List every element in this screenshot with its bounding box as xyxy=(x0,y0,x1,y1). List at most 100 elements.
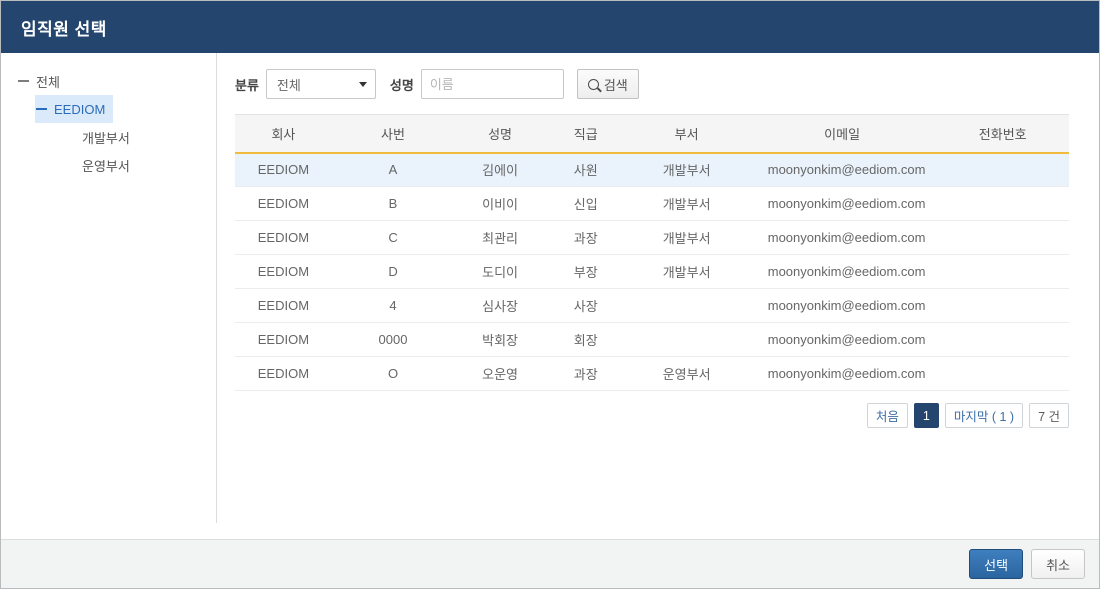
cell-phone xyxy=(936,152,1069,187)
tree-node-label: 전체 xyxy=(36,74,60,90)
cell-name: 박회장 xyxy=(454,322,546,357)
cell-rank: 과장 xyxy=(545,356,626,391)
dialog-footer: 선택 취소 xyxy=(1,539,1099,588)
name-label: 성명 xyxy=(389,77,414,93)
category-label: 분류 xyxy=(235,77,259,93)
cell-email: moonyonkim@eediom.com xyxy=(747,322,937,357)
cell-empno: 4 xyxy=(331,288,455,323)
cell-dept: 개발부서 xyxy=(625,152,748,187)
cell-name: 도디이 xyxy=(454,254,546,289)
cell-company: EEDIOM xyxy=(235,356,332,391)
cell-rank: 과장 xyxy=(545,220,626,255)
category-select-value: 전체 xyxy=(276,77,301,93)
cell-phone xyxy=(936,254,1069,289)
chevron-down-icon xyxy=(358,81,367,87)
cell-phone xyxy=(936,288,1069,323)
tree-node-eediom[interactable]: EEDIOM xyxy=(35,95,114,123)
cell-rank: 사장 xyxy=(545,288,626,323)
cell-rank: 신입 xyxy=(545,186,626,221)
search-button[interactable]: 검색 xyxy=(576,69,639,99)
cell-empno: B xyxy=(331,186,455,221)
category-select[interactable]: 전체 xyxy=(265,69,376,99)
cancel-button[interactable]: 취소 xyxy=(1031,549,1085,579)
column-header-name[interactable]: 성명 xyxy=(454,114,546,154)
cell-dept: 개발부서 xyxy=(625,220,748,255)
column-header-phone[interactable]: 전화번호 xyxy=(936,114,1069,154)
cell-phone xyxy=(936,322,1069,357)
minus-icon[interactable] xyxy=(17,74,31,88)
cell-company: EEDIOM xyxy=(235,220,332,255)
tree-node-label: 운영부서 xyxy=(82,158,130,174)
dialog-body: 전체 EEDIOM 개발부서 운영부서 분류 전체 성명 이름 검색 회사 사번… xyxy=(1,53,1099,539)
cell-rank: 부장 xyxy=(545,254,626,289)
cell-dept xyxy=(625,322,748,357)
cell-email: moonyonkim@eediom.com xyxy=(747,152,937,187)
cell-empno: A xyxy=(331,152,455,187)
table-row[interactable]: EEDIOM O 오운영 과장 운영부서 moonyonkim@eediom.c… xyxy=(235,356,1069,391)
cell-name: 최관리 xyxy=(454,220,546,255)
column-header-company[interactable]: 회사 xyxy=(235,114,332,154)
cell-email: moonyonkim@eediom.com xyxy=(747,254,937,289)
table-header: 회사 사번 성명 직급 부서 이메일 전화번호 xyxy=(235,114,1069,154)
pagination: 처음 1 마지막 ( 1 ) 7 건 xyxy=(235,403,1069,428)
table-row[interactable]: EEDIOM C 최관리 과장 개발부서 moonyonkim@eediom.c… xyxy=(235,220,1069,255)
page-title: 임직원 선택 xyxy=(21,19,107,39)
cell-phone xyxy=(936,186,1069,221)
tree-node-label: EEDIOM xyxy=(54,101,106,117)
pagination-page-1[interactable]: 1 xyxy=(913,403,939,428)
cell-company: EEDIOM xyxy=(235,186,332,221)
cell-empno: C xyxy=(331,220,455,255)
main-panel: 분류 전체 성명 검색 회사 xyxy=(217,53,1099,539)
cell-dept: 개발부서 xyxy=(625,254,748,289)
cell-company: EEDIOM xyxy=(235,322,332,357)
tree-node-dev-dept[interactable]: 개발부서 xyxy=(63,123,138,151)
table-row[interactable]: EEDIOM A 김에이 사원 개발부서 moonyonkim@eediom.c… xyxy=(235,152,1069,187)
employee-table: 회사 사번 성명 직급 부서 이메일 전화번호 EEDIOM A 김에이 사원 xyxy=(235,114,1069,391)
pagination-first-button[interactable]: 처음 xyxy=(866,403,908,428)
employee-select-dialog: 임직원 선택 전체 EEDIOM 개발부서 운영부서 분류 전체 성명 이름 검… xyxy=(0,0,1100,589)
cell-empno: 0000 xyxy=(331,322,455,357)
cell-email: moonyonkim@eediom.com xyxy=(747,356,937,391)
table-row[interactable]: EEDIOM D 도디이 부장 개발부서 moonyonkim@eediom.c… xyxy=(235,254,1069,289)
tree-leaf-icon xyxy=(63,158,77,172)
cell-empno: D xyxy=(331,254,455,289)
magnifier-icon xyxy=(587,78,599,90)
table-row[interactable]: EEDIOM B 이비이 신입 개발부서 moonyonkim@eediom.c… xyxy=(235,186,1069,221)
table-row[interactable]: EEDIOM 4 심사장 사장 moonyonkim@eediom.com xyxy=(235,288,1069,323)
cell-name: 이비이 xyxy=(454,186,546,221)
dialog-titlebar: 임직원 선택 xyxy=(1,1,1099,53)
pagination-last-button[interactable]: 마지막 ( 1 ) xyxy=(944,403,1024,428)
name-input[interactable] xyxy=(420,69,564,99)
table-header-row: 회사 사번 성명 직급 부서 이메일 전화번호 xyxy=(235,114,1069,154)
tree-leaf-icon xyxy=(63,130,77,144)
cell-email: moonyonkim@eediom.com xyxy=(747,288,937,323)
cell-phone xyxy=(936,356,1069,391)
cell-dept xyxy=(625,288,748,323)
cell-company: EEDIOM xyxy=(235,288,332,323)
cell-name: 오운영 xyxy=(454,356,546,391)
cell-company: EEDIOM xyxy=(235,254,332,289)
table-row[interactable]: EEDIOM 0000 박회장 회장 moonyonkim@eediom.com xyxy=(235,322,1069,357)
column-header-empno[interactable]: 사번 xyxy=(331,114,455,154)
cell-name: 김에이 xyxy=(454,152,546,187)
confirm-button[interactable]: 선택 xyxy=(969,549,1024,579)
cell-company: EEDIOM xyxy=(235,152,332,187)
tree-node-label: 개발부서 xyxy=(82,130,130,146)
tree-node-all[interactable]: 전체 xyxy=(17,67,68,95)
minus-icon[interactable] xyxy=(35,102,49,116)
cell-rank: 회장 xyxy=(545,322,626,357)
pagination-total-count: 7 건 xyxy=(1029,403,1069,428)
table-body: EEDIOM A 김에이 사원 개발부서 moonyonkim@eediom.c… xyxy=(235,152,1069,391)
column-header-dept[interactable]: 부서 xyxy=(625,114,748,154)
cell-dept: 운영부서 xyxy=(625,356,748,391)
cell-phone xyxy=(936,220,1069,255)
search-toolbar: 분류 전체 성명 검색 xyxy=(235,69,1069,99)
column-header-email[interactable]: 이메일 xyxy=(747,114,937,154)
tree-node-ops-dept[interactable]: 운영부서 xyxy=(63,151,138,179)
cell-dept: 개발부서 xyxy=(625,186,748,221)
cell-name: 심사장 xyxy=(454,288,546,323)
org-tree-sidebar: 전체 EEDIOM 개발부서 운영부서 xyxy=(1,53,217,539)
search-button-label: 검색 xyxy=(603,77,628,93)
column-header-rank[interactable]: 직급 xyxy=(545,114,626,154)
cell-empno: O xyxy=(331,356,455,391)
